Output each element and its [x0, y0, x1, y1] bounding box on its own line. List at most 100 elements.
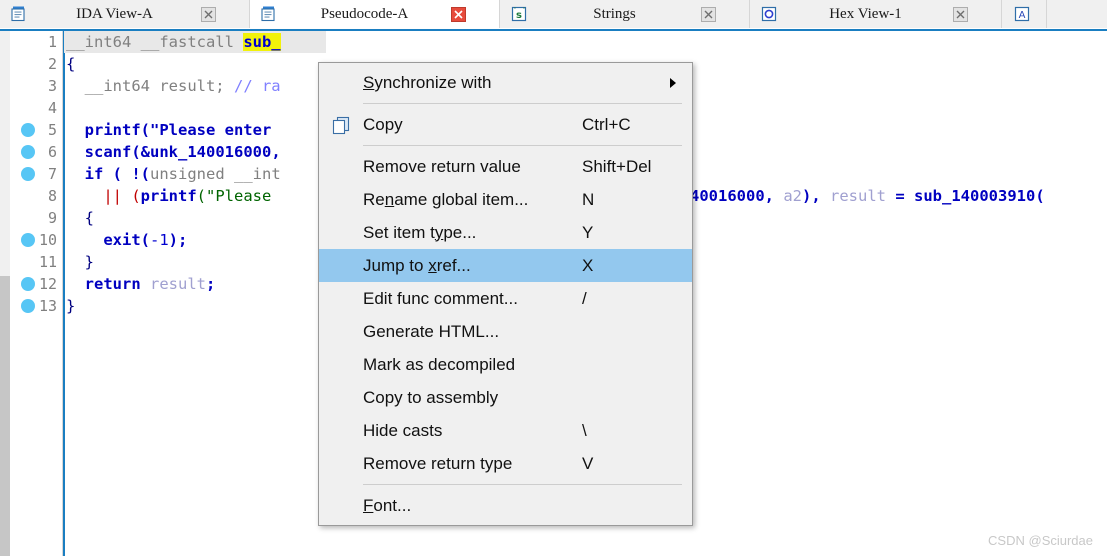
tab-strings[interactable]: s ' ' Strings — [500, 0, 750, 28]
code-token-punct: ( — [1035, 187, 1045, 205]
code-token-brace: { — [66, 209, 94, 227]
menu-item-jump-to-xref[interactable]: Jump to xref... X — [319, 249, 692, 282]
line-number: 8 — [47, 187, 57, 205]
code-token-punct: ); — [168, 231, 188, 249]
menu-item-shortcut: Y — [582, 222, 594, 242]
code-line-12[interactable]: return result; — [66, 273, 216, 295]
code-line-2[interactable]: { — [66, 53, 75, 75]
menu-label-rest: pe... — [443, 222, 477, 242]
code-line-9[interactable]: { — [66, 207, 94, 229]
code-line-1[interactable]: __int64 __fastcall sub_ — [64, 31, 326, 53]
breakpoint-marker[interactable] — [21, 167, 35, 181]
editor-context-menu: Synchronize with Copy Ctrl+C Remove retu… — [318, 62, 693, 526]
code-token-punct: ), — [802, 187, 830, 205]
menu-item-remove-return-type[interactable]: Remove return type V — [319, 447, 692, 480]
menu-item-copy[interactable]: Copy Ctrl+C — [319, 108, 692, 141]
tab-label: Strings — [593, 5, 636, 22]
tab-ida-view-a[interactable]: IDA View-A — [0, 0, 250, 28]
menu-item-label: Copy — [363, 114, 403, 134]
svg-text:': ' — [514, 6, 516, 14]
svg-text:': ' — [523, 6, 525, 14]
menu-item-label: Jump to xref... — [363, 256, 582, 276]
menu-item-label: Copy to assembly — [363, 387, 499, 407]
menu-mnemonic: x — [428, 255, 437, 275]
code-line-8[interactable]: || (printf("Please — [66, 185, 271, 207]
close-gray-icon[interactable] — [201, 6, 216, 22]
menu-item-label: Remove return value — [363, 156, 521, 176]
menu-item-shortcut: / — [582, 288, 587, 308]
code-token-call: printf("Please enter — [66, 121, 272, 139]
menu-item-rename-global-item[interactable]: Rename global item... N — [319, 183, 692, 216]
code-line-3[interactable]: __int64 result; // ra — [66, 75, 281, 97]
code-token-variable: result — [150, 275, 206, 293]
outer-vertical-scrollbar[interactable] — [0, 31, 10, 556]
structures-icon: A — [1013, 5, 1031, 23]
code-token-string: ("Please — [196, 187, 272, 205]
watermark: CSDN @Sciurdae — [988, 533, 1093, 548]
code-token-punct: , — [764, 187, 784, 205]
menu-item-synchronize-with[interactable]: Synchronize with — [319, 66, 692, 99]
document-blue-icon — [10, 5, 28, 23]
code-token-callee: sub_140003910 — [914, 187, 1036, 205]
menu-separator — [363, 145, 682, 146]
code-token-brace: } — [66, 297, 76, 315]
breakpoint-marker[interactable] — [21, 145, 35, 159]
menu-mnemonic: F — [363, 495, 374, 515]
menu-item-shortcut: N — [582, 189, 595, 209]
line-number: 1 — [47, 33, 57, 51]
menu-item-hide-casts[interactable]: Hide casts \ — [319, 414, 692, 447]
line-number: 2 — [47, 55, 57, 73]
menu-item-label: Font... — [363, 496, 582, 516]
code-token-type: __int64 __fastcall — [66, 33, 244, 51]
code-line-6[interactable]: scanf(&unk_140016000, — [66, 141, 281, 163]
menu-label-pre: Jump to — [363, 255, 429, 275]
code-line-11[interactable]: } — [66, 251, 94, 273]
code-token-call: exit — [66, 231, 141, 249]
tab-structures[interactable]: A — [1002, 0, 1047, 28]
code-token-comment: // ra — [233, 77, 281, 95]
code-line-5[interactable]: printf("Please enter — [66, 119, 272, 141]
tab-hex-view-1[interactable]: Hex View-1 — [750, 0, 1002, 28]
code-token-brace: { — [66, 55, 76, 73]
menu-item-generate-html[interactable]: Generate HTML... — [319, 315, 692, 348]
code-line-10[interactable]: exit(-1); — [66, 229, 187, 251]
code-token-number: -1 — [150, 231, 169, 249]
breakpoint-marker[interactable] — [21, 299, 35, 313]
editor-left-accent-border — [63, 31, 65, 556]
code-token-punct: ( — [140, 231, 150, 249]
close-red-icon[interactable] — [451, 6, 466, 22]
menu-item-shortcut: Ctrl+C — [582, 114, 631, 134]
line-number: 11 — [38, 253, 57, 271]
editor-gutter: 1 2 3 4 5 6 7 8 9 10 11 12 13 — [11, 31, 63, 556]
menu-item-remove-return-value[interactable]: Remove return value Shift+Del — [319, 150, 692, 183]
code-line-7[interactable]: if ( !(unsigned __int — [66, 163, 281, 185]
code-token-global: unk_140016000 — [150, 143, 272, 161]
menu-item-copy-to-assembly[interactable]: Copy to assembly — [319, 381, 692, 414]
close-gray-icon[interactable] — [701, 6, 716, 22]
close-gray-icon[interactable] — [953, 6, 968, 22]
scrollbar-track[interactable] — [0, 276, 10, 556]
menu-item-label: Remove return type — [363, 453, 513, 473]
menu-item-edit-func-comment[interactable]: Edit func comment... / — [319, 282, 692, 315]
menu-label-pre: Re — [363, 189, 385, 209]
menu-separator — [363, 103, 682, 104]
menu-item-mark-as-decompiled[interactable]: Mark as decompiled — [319, 348, 692, 381]
breakpoint-marker[interactable] — [21, 277, 35, 291]
menu-item-set-item-type[interactable]: Set item type... Y — [319, 216, 692, 249]
menu-separator — [363, 484, 682, 485]
code-line-13[interactable]: } — [66, 295, 75, 317]
menu-label-pre: Set item t — [363, 222, 435, 242]
menu-label-rest: ont... — [373, 495, 412, 515]
code-token-punct: ; — [206, 275, 216, 293]
code-token-or: || ( — [66, 187, 141, 205]
scrollbar-thumb[interactable] — [0, 31, 10, 276]
menu-item-label: Hide casts — [363, 420, 443, 440]
menu-item-font[interactable]: Font... — [319, 489, 692, 522]
breakpoint-marker[interactable] — [21, 233, 35, 247]
document-blue-icon — [260, 5, 278, 23]
code-token-variable: result — [830, 187, 886, 205]
menu-item-shortcut: X — [582, 255, 594, 275]
breakpoint-marker[interactable] — [21, 123, 35, 137]
tab-pseudocode-a[interactable]: Pseudocode-A — [250, 0, 500, 28]
code-line-8-continued[interactable]: 40016000, a2), result = sub_140003910( — [690, 185, 1045, 207]
